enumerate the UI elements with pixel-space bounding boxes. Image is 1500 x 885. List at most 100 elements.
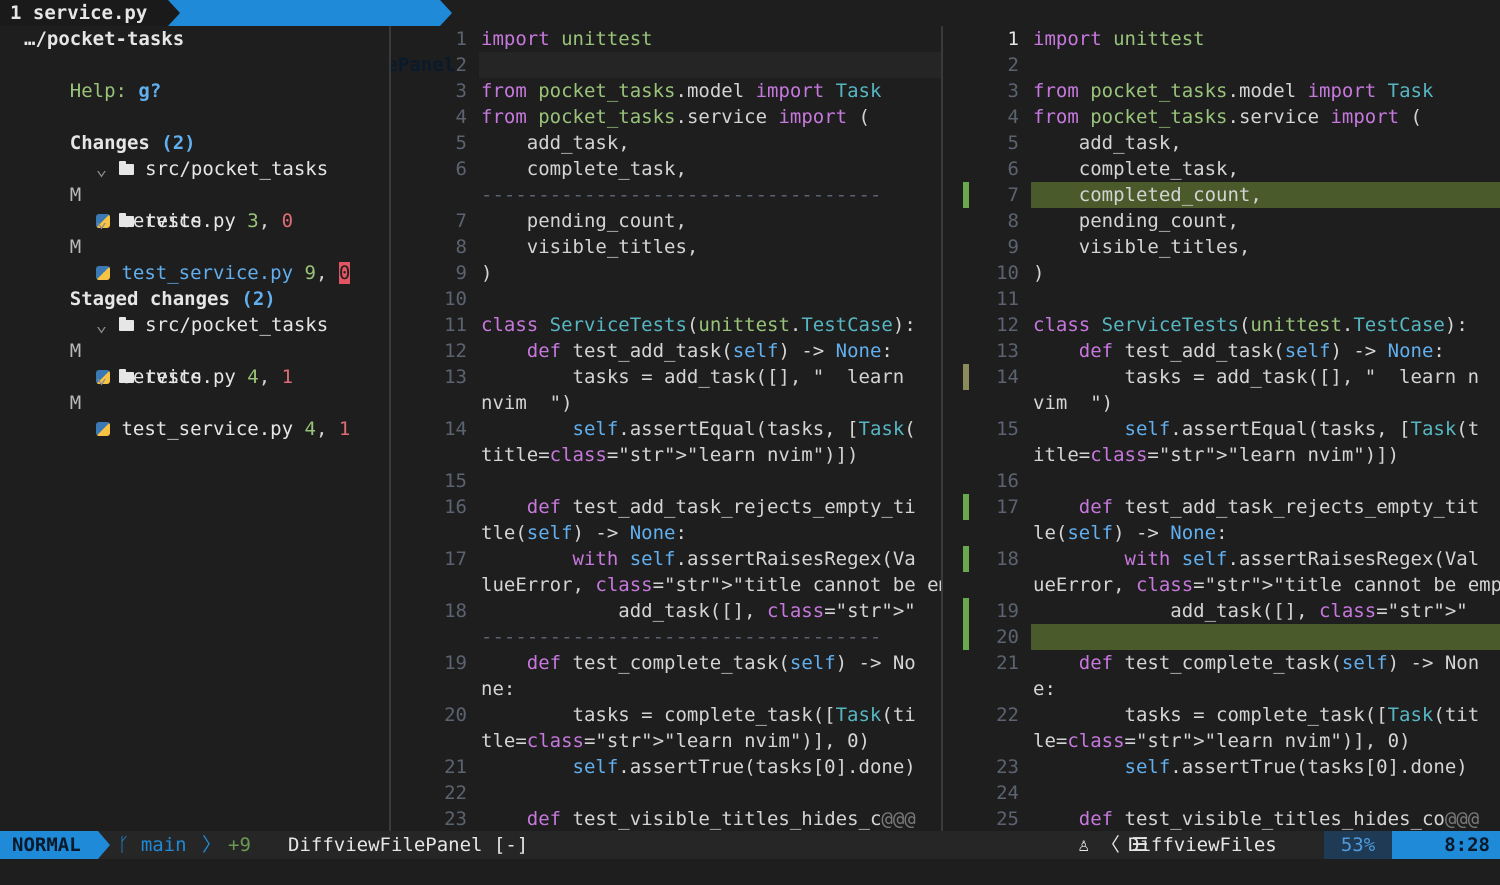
line-number: 10 xyxy=(444,288,467,310)
code-line[interactable]: from pocket_tasks.model import Task xyxy=(481,78,881,104)
code-line[interactable]: itle=class="str">"learn nvim")]) xyxy=(1033,442,1399,468)
tab-separator-icon xyxy=(440,0,452,26)
code-line[interactable]: le(self) -> None: xyxy=(1033,520,1228,546)
file-entry-service-py[interactable]: M service.py 3, 0 xyxy=(24,156,384,232)
code-line[interactable]: class ServiceTests(unittest.TestCase): xyxy=(1033,312,1468,338)
code-line[interactable]: pending_count, xyxy=(1033,208,1239,234)
code-line[interactable]: add_task, xyxy=(1033,130,1182,156)
code-line[interactable]: tle(self) -> None: xyxy=(481,520,687,546)
code-line[interactable]: add_task([], class="str">" ") xyxy=(1033,598,1500,624)
code-line[interactable]: def test_add_task(self) -> None: xyxy=(1033,338,1445,364)
code-line[interactable]: self.assertEqual(tasks, [Task( xyxy=(481,416,916,442)
code-line[interactable]: import unittest xyxy=(481,26,653,52)
line-number: 25 xyxy=(996,808,1019,830)
code-line[interactable]: complete_task, xyxy=(1033,156,1239,182)
code-line[interactable]: pending_count, xyxy=(481,208,687,234)
code-line[interactable]: class ServiceTests(unittest.TestCase): xyxy=(481,312,916,338)
code-line[interactable]: visible_titles, xyxy=(1033,234,1251,260)
code-line[interactable]: tasks = add_task([], " learn n xyxy=(1033,364,1480,390)
line-number: 14 xyxy=(444,418,467,440)
line-number xyxy=(391,676,467,702)
code-line[interactable]: def test_add_task(self) -> None: xyxy=(481,338,893,364)
code-line[interactable]: ) xyxy=(1033,260,1044,286)
code-line[interactable]: completed_count, xyxy=(1033,182,1262,208)
cursor-position: 8:28 xyxy=(1392,831,1500,859)
code-line[interactable]: vim ") xyxy=(1033,390,1113,416)
status-badge: M xyxy=(69,392,82,414)
separator-icon: 〉 xyxy=(202,834,222,856)
code-line[interactable]: from pocket_tasks.model import Task xyxy=(1033,78,1433,104)
line-number: 6 xyxy=(455,158,467,180)
code-line[interactable]: tasks = complete_task([Task(ti xyxy=(481,702,916,728)
code-line[interactable]: def test_visible_titles_hides_c@@@ xyxy=(481,806,916,831)
line-number: 24 xyxy=(996,782,1019,804)
added-count: 4 xyxy=(304,418,316,440)
line-number xyxy=(391,624,467,650)
code-line[interactable]: from pocket_tasks.service import ( xyxy=(481,104,870,130)
file-entry-service-py-staged[interactable]: M service.py 4, 1 xyxy=(24,312,384,388)
code-line[interactable]: with self.assertRaisesRegex(Va xyxy=(481,546,916,572)
code-line[interactable]: ----------------------------------- xyxy=(481,182,881,208)
command-line[interactable] xyxy=(0,859,1500,885)
line-number xyxy=(943,572,1019,598)
line-number: 2 xyxy=(455,54,467,76)
code-line[interactable]: visible_titles, xyxy=(481,234,699,260)
folder-src-pocket-tasks[interactable]: ⌄ src/pocket_tasks xyxy=(50,286,328,336)
scroll-percent: 53% xyxy=(1324,831,1392,859)
file-entry-test-service-py-staged[interactable]: M test_service.py 4, 1 xyxy=(24,364,384,440)
code-line[interactable]: ----------------------------------- xyxy=(481,624,881,650)
help-key[interactable]: g? xyxy=(138,80,161,102)
folder-src-pocket-tasks[interactable]: ⌄ src/pocket_tasks xyxy=(50,130,328,180)
code-line[interactable]: import unittest xyxy=(1033,26,1205,52)
line-number: 5 xyxy=(455,132,467,154)
code-line[interactable]: def test_complete_task(self) -> No xyxy=(481,650,916,676)
code-line[interactable]: add_task, xyxy=(481,130,630,156)
file-entry-test-service-py[interactable]: M test_service.py 9, 0 xyxy=(24,208,384,284)
diff-pane-left[interactable]: 1 import unittest 2 3 from pocket_tasks.mode… xyxy=(391,26,941,831)
tab-service-py[interactable]: 1 service.py xyxy=(0,0,168,26)
code-line[interactable]: le=class="str">"learn nvim")], 0) xyxy=(1033,728,1411,754)
line-number: 22 xyxy=(996,704,1019,726)
git-branch[interactable]: ᚴ main xyxy=(118,831,187,859)
code-line[interactable]: def test_complete_task(self) -> Non xyxy=(1033,650,1479,676)
folder-tests[interactable]: ⌄ tests xyxy=(50,182,203,232)
staged-section-header[interactable]: Staged changes (2) xyxy=(24,260,276,310)
tab-diffview-file-panel[interactable]: 2 DiffviewFilePanel xyxy=(168,0,455,76)
code-line[interactable]: complete_task, xyxy=(481,156,687,182)
code-line[interactable]: def test_add_task_rejects_empty_ti xyxy=(481,494,916,520)
file-name: test_service.py xyxy=(121,418,294,440)
line-number: 21 xyxy=(444,756,467,778)
folder-tests[interactable]: ⌄ tests xyxy=(50,338,203,388)
changes-section-header[interactable]: Changes (2) xyxy=(24,104,196,154)
code-line[interactable]: ne: xyxy=(481,676,515,702)
status-badge: M xyxy=(69,236,82,258)
code-line[interactable]: from pocket_tasks.service import ( xyxy=(1033,104,1422,130)
code-line[interactable]: tle=class="str">"learn nvim")], 0) xyxy=(481,728,870,754)
code-line[interactable]: self.assertTrue(tasks[0].done) xyxy=(1033,754,1468,780)
code-line[interactable]: with self.assertRaisesRegex(Val xyxy=(1033,546,1480,572)
separator-icon: 〈 xyxy=(1100,834,1120,856)
code-line[interactable]: self.assertEqual(tasks, [Task(t xyxy=(1033,416,1480,442)
code-line[interactable]: e: xyxy=(1033,676,1056,702)
code-line[interactable]: title=class="str">"learn nvim")]) xyxy=(481,442,859,468)
line-number xyxy=(943,728,1019,754)
line-number: 17 xyxy=(444,548,467,570)
code-line[interactable]: def test_add_task_rejects_empty_tit xyxy=(1033,494,1479,520)
code-line[interactable]: ) xyxy=(481,260,492,286)
line-number: 3 xyxy=(1007,80,1019,102)
line-number: 22 xyxy=(444,782,467,804)
line-number: 7 xyxy=(1007,184,1019,206)
code-line[interactable]: add_task([], class="str">" ") xyxy=(481,598,941,624)
line-number: 5 xyxy=(1007,132,1019,154)
code-line[interactable]: self.assertTrue(tasks[0].done) xyxy=(481,754,916,780)
code-line[interactable]: ueError, class="str">"title cannot be em… xyxy=(1033,572,1500,598)
code-line[interactable]: def test_visible_titles_hides_co@@@ xyxy=(1033,806,1479,831)
diff-pane-right[interactable]: 1 import unittest 2 3 from pocket_tasks.mode… xyxy=(943,26,1500,831)
code-line[interactable]: nvim ") xyxy=(481,390,573,416)
diff-count: +9 xyxy=(228,834,251,856)
code-line[interactable]: tasks = add_task([], " learn xyxy=(481,364,905,390)
code-line[interactable]: lueError, class="str">"title cannot be e… xyxy=(481,572,941,598)
code-line[interactable]: tasks = complete_task([Task(tit xyxy=(1033,702,1480,728)
line-number: 17 xyxy=(996,496,1019,518)
line-number: 15 xyxy=(996,418,1019,440)
